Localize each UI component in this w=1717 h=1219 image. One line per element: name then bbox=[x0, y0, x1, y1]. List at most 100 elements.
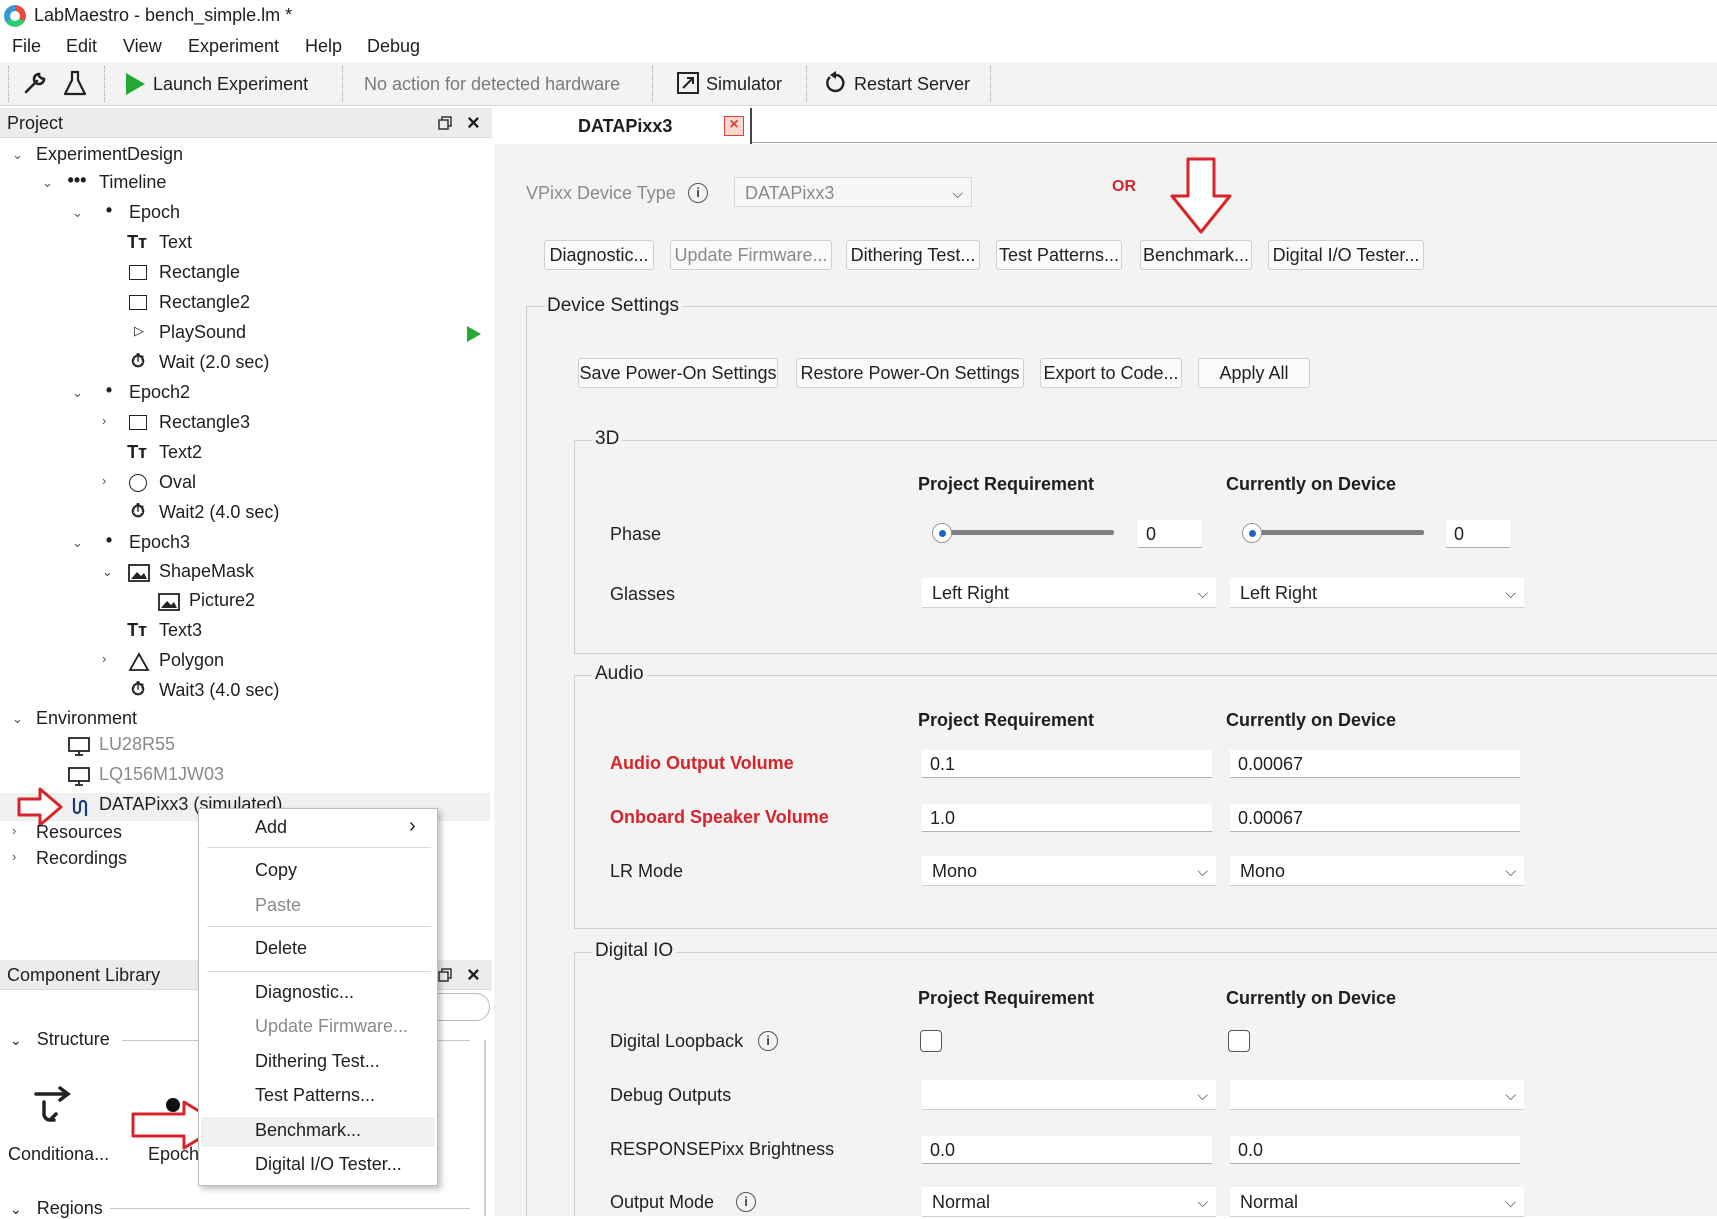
menu-file[interactable]: File bbox=[12, 36, 41, 57]
benchmark-button[interactable]: Benchmark... bbox=[1140, 240, 1252, 270]
save-power-on-settings-button[interactable]: Save Power-On Settings bbox=[578, 358, 778, 388]
simulator-button[interactable]: Simulator bbox=[706, 74, 782, 95]
tree-item-polygon[interactable]: › Polygon bbox=[0, 650, 490, 678]
responsepixx-brightness-project-input[interactable]: 0.0 bbox=[922, 1136, 1212, 1164]
chevron-down-icon[interactable]: ⌄ bbox=[12, 147, 23, 163]
tab-close-icon[interactable]: × bbox=[724, 116, 744, 136]
phase-device-slider[interactable] bbox=[1244, 530, 1424, 535]
apply-all-button[interactable]: Apply All bbox=[1198, 358, 1310, 388]
output-mode-device-dropdown[interactable]: Normal ⌵ bbox=[1230, 1187, 1524, 1217]
tree-item-text3[interactable]: Tт Text3 bbox=[0, 620, 490, 648]
ctx-diagnostic[interactable]: Diagnostic... bbox=[255, 982, 354, 1003]
tree-item-wait2[interactable]: ⏱ Wait2 (4.0 sec) bbox=[0, 501, 490, 530]
conditional-icon[interactable] bbox=[34, 1086, 84, 1131]
chevron-right-icon[interactable]: › bbox=[102, 651, 106, 666]
menu-edit[interactable]: Edit bbox=[66, 36, 97, 57]
audio-output-volume-device-input[interactable]: 0.00067 bbox=[1230, 750, 1520, 778]
ctx-delete[interactable]: Delete bbox=[255, 938, 307, 959]
menu-help[interactable]: Help bbox=[305, 36, 342, 57]
chevron-down-icon[interactable]: ⌄ bbox=[102, 564, 113, 580]
flask-icon[interactable] bbox=[62, 69, 88, 102]
tree-item-rectangle[interactable]: Rectangle bbox=[0, 262, 490, 290]
chevron-down-icon[interactable]: ⌄ bbox=[72, 535, 83, 551]
tab-datapixx3[interactable]: DATAPixx3 bbox=[546, 108, 752, 144]
tree-item-monitor2[interactable]: LQ156M1JW03 bbox=[0, 764, 490, 792]
menu-experiment[interactable]: Experiment bbox=[188, 36, 279, 57]
wrench-icon[interactable] bbox=[20, 68, 50, 103]
onboard-speaker-volume-device-input[interactable]: 0.00067 bbox=[1230, 804, 1520, 832]
ctx-digital-io-tester[interactable]: Digital I/O Tester... bbox=[255, 1154, 402, 1175]
menu-view[interactable]: View bbox=[123, 36, 162, 57]
tree-item-epoch[interactable]: ⌄ • Epoch bbox=[0, 200, 490, 230]
diagnostic-button[interactable]: Diagnostic... bbox=[544, 240, 654, 270]
ctx-benchmark[interactable]: Benchmark... bbox=[255, 1120, 361, 1141]
tree-item-environment[interactable]: ⌄ Environment bbox=[0, 708, 490, 736]
close-icon[interactable]: × bbox=[467, 110, 480, 136]
device-type-dropdown[interactable]: DATAPixx3 ⌵ bbox=[734, 177, 972, 207]
ctx-add[interactable]: Add bbox=[255, 817, 287, 838]
info-icon[interactable]: i bbox=[758, 1031, 778, 1051]
debug-outputs-device-dropdown[interactable]: ⌵ bbox=[1230, 1080, 1524, 1110]
tree-item-wait3[interactable]: ⏱ Wait3 (4.0 sec) bbox=[0, 679, 490, 708]
info-icon[interactable]: i bbox=[688, 183, 708, 203]
launch-experiment-button[interactable]: Launch Experiment bbox=[153, 74, 308, 95]
glasses-project-dropdown[interactable]: Left Right ⌵ bbox=[922, 578, 1216, 608]
chevron-down-icon[interactable]: ⌄ bbox=[10, 1201, 22, 1217]
glasses-device-dropdown[interactable]: Left Right ⌵ bbox=[1230, 578, 1524, 608]
tree-item-epoch3[interactable]: ⌄ • Epoch3 bbox=[0, 530, 490, 560]
tree-item-text2[interactable]: Tт Text2 bbox=[0, 442, 490, 470]
chevron-down-icon[interactable]: ⌄ bbox=[12, 711, 23, 727]
dithering-test-button[interactable]: Dithering Test... bbox=[846, 240, 980, 270]
test-patterns-button[interactable]: Test Patterns... bbox=[996, 240, 1122, 270]
structure-section-header[interactable]: ⌄ Structure bbox=[10, 1029, 110, 1050]
tree-item-experiment-design[interactable]: ⌄ ExperimentDesign bbox=[0, 144, 490, 172]
chevron-down-icon[interactable]: ⌄ bbox=[72, 385, 83, 401]
phase-project-slider-handle[interactable] bbox=[932, 523, 952, 543]
phase-project-input[interactable]: 0 bbox=[1138, 520, 1202, 548]
chevron-right-icon[interactable]: › bbox=[102, 473, 106, 488]
tree-item-rectangle3[interactable]: › Rectangle3 bbox=[0, 412, 490, 440]
tree-item-picture2[interactable]: Picture2 bbox=[0, 590, 490, 618]
export-to-code-button[interactable]: Export to Code... bbox=[1040, 358, 1182, 388]
scrollbar[interactable] bbox=[484, 1040, 486, 1216]
chevron-right-icon[interactable]: › bbox=[12, 823, 16, 838]
tree-item-text[interactable]: Tт Text bbox=[0, 232, 490, 260]
debug-outputs-project-dropdown[interactable]: ⌵ bbox=[922, 1080, 1216, 1110]
chevron-right-icon[interactable]: › bbox=[12, 849, 16, 864]
tree-item-shapemask[interactable]: ⌄ ShapeMask bbox=[0, 561, 490, 589]
restart-server-button[interactable]: Restart Server bbox=[854, 74, 970, 95]
chevron-down-icon[interactable]: ⌄ bbox=[72, 205, 83, 221]
phase-device-slider-handle[interactable] bbox=[1242, 523, 1262, 543]
restore-power-on-settings-button[interactable]: Restore Power-On Settings bbox=[796, 358, 1024, 388]
menu-debug[interactable]: Debug bbox=[367, 36, 420, 57]
restore-icon[interactable] bbox=[438, 967, 452, 982]
digital-io-tester-button[interactable]: Digital I/O Tester... bbox=[1268, 240, 1424, 270]
close-icon[interactable]: × bbox=[467, 962, 480, 988]
phase-device-input[interactable]: 0 bbox=[1446, 520, 1510, 548]
tree-item-oval[interactable]: › Oval bbox=[0, 472, 490, 500]
digital-loopback-project-checkbox[interactable] bbox=[920, 1030, 942, 1052]
tree-item-epoch2[interactable]: ⌄ • Epoch2 bbox=[0, 380, 490, 410]
tree-item-wait[interactable]: ⏱ Wait (2.0 sec) bbox=[0, 351, 490, 380]
ctx-dithering-test[interactable]: Dithering Test... bbox=[255, 1051, 380, 1072]
restore-icon[interactable] bbox=[438, 115, 452, 130]
tree-item-playsound[interactable]: ▷ PlaySound bbox=[0, 322, 490, 350]
output-mode-project-dropdown[interactable]: Normal ⌵ bbox=[922, 1187, 1216, 1217]
lr-mode-project-dropdown[interactable]: Mono ⌵ bbox=[922, 856, 1216, 886]
responsepixx-brightness-device-input[interactable]: 0.0 bbox=[1230, 1136, 1520, 1164]
ctx-copy[interactable]: Copy bbox=[255, 860, 297, 881]
tree-item-monitor1[interactable]: LU28R55 bbox=[0, 734, 490, 762]
chevron-right-icon[interactable]: › bbox=[102, 413, 106, 428]
ctx-test-patterns[interactable]: Test Patterns... bbox=[255, 1085, 375, 1106]
lr-mode-device-dropdown[interactable]: Mono ⌵ bbox=[1230, 856, 1524, 886]
info-icon[interactable]: i bbox=[736, 1192, 756, 1212]
audio-output-volume-project-input[interactable]: 0.1 bbox=[922, 750, 1212, 778]
tree-item-timeline[interactable]: ⌄ ••• Timeline bbox=[0, 170, 490, 200]
tree-item-rectangle2[interactable]: Rectangle2 bbox=[0, 292, 490, 320]
onboard-speaker-volume-project-input[interactable]: 1.0 bbox=[922, 804, 1212, 832]
chevron-down-icon[interactable]: ⌄ bbox=[10, 1032, 22, 1048]
play-sound-green-icon[interactable] bbox=[465, 324, 483, 349]
phase-project-slider[interactable] bbox=[934, 530, 1114, 535]
digital-loopback-device-checkbox[interactable] bbox=[1228, 1030, 1250, 1052]
chevron-down-icon[interactable]: ⌄ bbox=[42, 175, 53, 191]
